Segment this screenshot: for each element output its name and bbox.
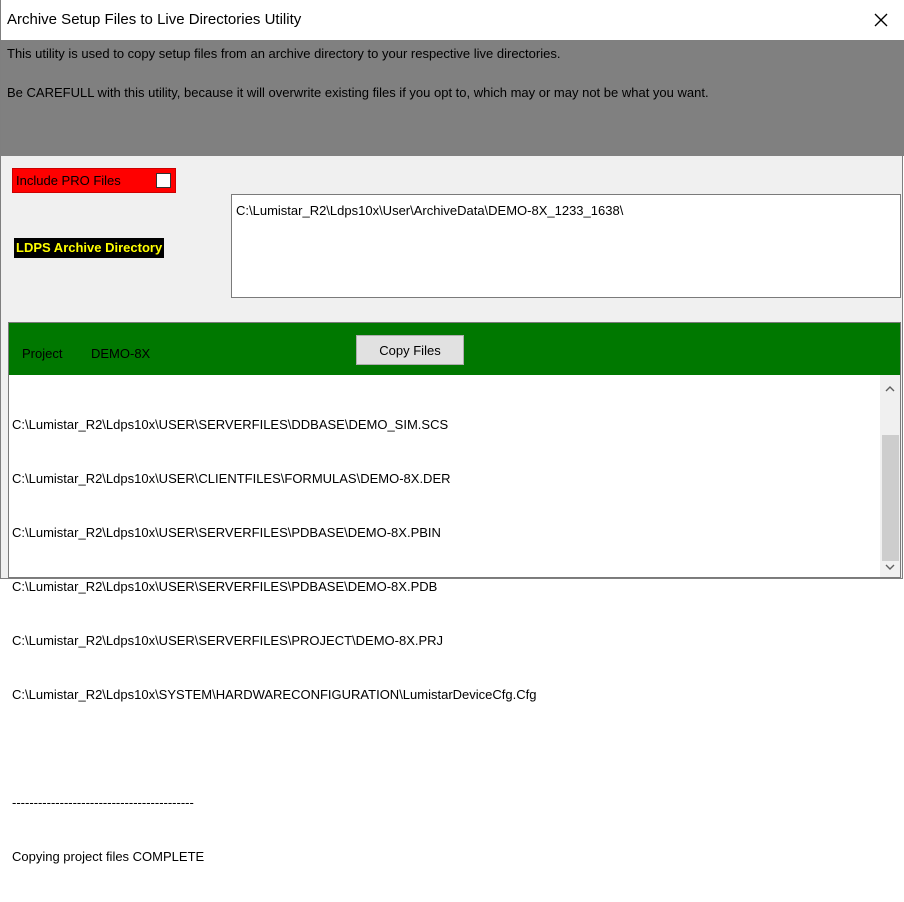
scroll-up-button[interactable]: [880, 381, 900, 397]
archive-directory-path: C:\Lumistar_R2\Ldps10x\User\ArchiveData\…: [236, 203, 624, 218]
include-pro-files-checkbox[interactable]: [156, 173, 171, 188]
window-title: Archive Setup Files to Live Directories …: [7, 11, 302, 28]
project-bar: Project DEMO-8X Copy Files: [9, 323, 900, 375]
archive-directory-label: LDPS Archive Directory: [14, 238, 165, 258]
log-line: C:\Lumistar_R2\Ldps10x\USER\SERVERFILES\…: [12, 525, 441, 540]
log-line: Copying project files COMPLETE: [12, 849, 205, 864]
archive-directory-field[interactable]: C:\Lumistar_R2\Ldps10x\User\ArchiveData\…: [231, 194, 901, 298]
scroll-down-button[interactable]: [880, 559, 900, 575]
log-line: C:\Lumistar_R2\Ldps10x\USER\SERVERFILES\…: [12, 633, 444, 648]
scroll-thumb[interactable]: [882, 435, 899, 561]
project-name: DEMO-8X: [91, 346, 151, 361]
info-text-2: Be CAREFULL with this utility, because i…: [7, 85, 709, 100]
log-line: C:\Lumistar_R2\Ldps10x\USER\SERVERFILES\…: [12, 417, 449, 432]
project-label: Project: [22, 346, 63, 361]
title-bar: Archive Setup Files to Live Directories …: [1, 0, 904, 40]
log-lines: C:\Lumistar_R2\Ldps10x\USER\SERVERFILES\…: [12, 380, 536, 902]
log-line: C:\Lumistar_R2\Ldps10x\USER\CLIENTFILES\…: [12, 471, 451, 486]
log-line: C:\Lumistar_R2\Ldps10x\USER\SERVERFILES\…: [12, 579, 438, 594]
utility-window: Archive Setup Files to Live Directories …: [0, 0, 904, 864]
copy-files-button[interactable]: Copy Files: [356, 335, 464, 365]
project-panel: Project DEMO-8X Copy Files C:\Lumistar_R…: [8, 322, 901, 864]
include-pro-files-group: Include PRO Files: [12, 168, 176, 193]
include-pro-files-label: Include PRO Files: [16, 173, 121, 188]
close-icon: [874, 13, 888, 27]
log-line: ----------------------------------------…: [12, 795, 194, 810]
log-output[interactable]: C:\Lumistar_R2\Ldps10x\USER\SERVERFILES\…: [9, 375, 900, 864]
chevron-down-icon: [885, 564, 895, 570]
info-text-1: This utility is used to copy setup files…: [7, 46, 561, 61]
close-button[interactable]: [858, 0, 904, 40]
log-scrollbar[interactable]: [880, 375, 900, 577]
info-panel: This utility is used to copy setup files…: [1, 40, 904, 156]
log-line: C:\Lumistar_R2\Ldps10x\SYSTEM\HARDWARECO…: [12, 687, 537, 702]
chevron-up-icon: [885, 386, 895, 392]
